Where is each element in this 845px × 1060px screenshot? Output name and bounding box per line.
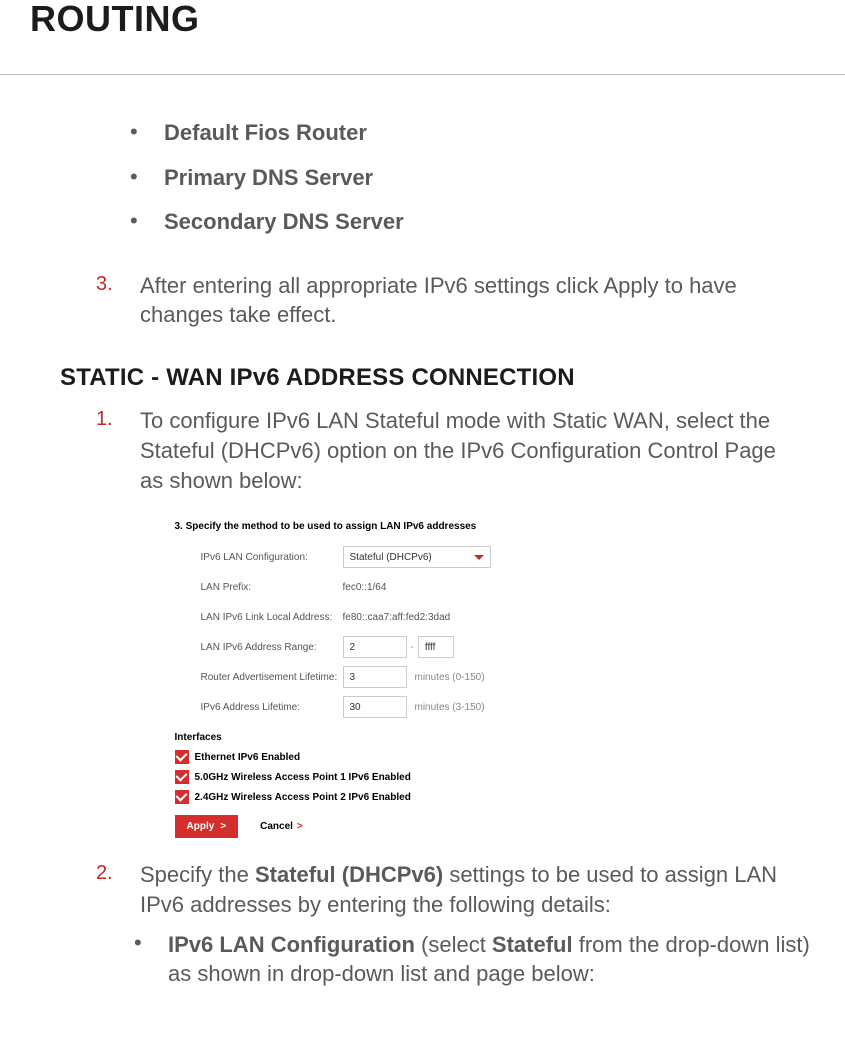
ra-lifetime-input[interactable]: 3 — [343, 666, 407, 688]
field-label: IPv6 Address Lifetime: — [175, 702, 343, 713]
interfaces-heading: Interfaces — [175, 732, 671, 743]
field-hint: minutes (0-150) — [415, 672, 485, 683]
top-bullets: • Default Fios Router • Primary DNS Serv… — [130, 119, 815, 237]
section-heading: STATIC - WAN IPv6 ADDRESS CONNECTION — [60, 364, 815, 392]
field-label: Router Advertisement Lifetime: — [175, 672, 343, 683]
list-item: • IPv6 LAN Configuration (select Statefu… — [134, 930, 815, 989]
bullet-label: Default Fios Router — [164, 119, 367, 148]
bullet-label: Secondary DNS Server — [164, 208, 404, 237]
step-text: Specify the Stateful (DHCPv6) settings t… — [140, 860, 780, 919]
apply-button[interactable]: Apply > — [175, 815, 239, 838]
text-span: (select — [415, 932, 492, 957]
step-text: After entering all appropriate IPv6 sett… — [140, 271, 780, 330]
step-text: To configure IPv6 LAN Stateful mode with… — [140, 406, 780, 495]
field-label: IPv6 LAN Configuration: — [175, 552, 343, 563]
link-label: Cancel — [260, 821, 293, 832]
dash-icon: - — [411, 642, 414, 653]
step-2-sub-bullets: • IPv6 LAN Configuration (select Statefu… — [134, 930, 815, 989]
section-divider — [0, 74, 845, 75]
step-number: 2. — [96, 860, 140, 885]
step-1: 1. To configure IPv6 LAN Stateful mode w… — [96, 406, 815, 495]
chevron-right-icon: > — [220, 821, 226, 832]
cancel-link[interactable]: Cancel > — [260, 821, 303, 832]
text-span: Specify the — [140, 862, 255, 887]
config-screenshot: 3. Specify the method to be used to assi… — [175, 521, 671, 838]
text-bold: Stateful (DHCPv6) — [255, 862, 443, 887]
list-item: • Primary DNS Server — [130, 164, 815, 193]
checkbox-label: 5.0GHz Wireless Access Point 1 IPv6 Enab… — [195, 772, 411, 783]
field-label: LAN IPv6 Link Local Address: — [175, 612, 343, 623]
link-local-value: fe80::caa7:aff:fed2:3dad — [343, 612, 451, 623]
step-number: 1. — [96, 406, 140, 431]
lan-prefix-value: fec0::1/64 — [343, 582, 387, 593]
chevron-right-icon: > — [297, 821, 303, 832]
checkbox-row: Ethernet IPv6 Enabled — [175, 747, 671, 767]
bullet-icon: • — [130, 164, 164, 190]
field-label: LAN IPv6 Address Range: — [175, 642, 343, 653]
bullet-text: IPv6 LAN Configuration (select Stateful … — [168, 930, 815, 989]
bullet-icon: • — [130, 119, 164, 145]
list-item: • Secondary DNS Server — [130, 208, 815, 237]
checkbox-row: 2.4GHz Wireless Access Point 2 IPv6 Enab… — [175, 787, 671, 807]
range-end-input[interactable]: ffff — [418, 636, 454, 658]
range-start-input[interactable]: 2 — [343, 636, 407, 658]
step-number: 3. — [96, 271, 140, 296]
input-value: 3 — [350, 672, 356, 683]
step-3: 3. After entering all appropriate IPv6 s… — [96, 271, 815, 330]
checkbox-label: 2.4GHz Wireless Access Point 2 IPv6 Enab… — [195, 792, 411, 803]
step-2: 2. Specify the Stateful (DHCPv6) setting… — [96, 860, 815, 919]
dropdown-value: Stateful (DHCPv6) — [350, 552, 432, 563]
wifi-5ghz-ipv6-checkbox[interactable] — [175, 770, 189, 784]
list-item: • Default Fios Router — [130, 119, 815, 148]
page-title: ROUTING — [30, 0, 815, 40]
addr-lifetime-input[interactable]: 30 — [343, 696, 407, 718]
bullet-icon: • — [130, 208, 164, 234]
ipv6-lan-config-dropdown[interactable]: Stateful (DHCPv6) — [343, 546, 491, 568]
input-value: 2 — [350, 642, 356, 653]
button-label: Apply — [187, 821, 215, 832]
text-bold: IPv6 LAN Configuration — [168, 932, 415, 957]
checkbox-label: Ethernet IPv6 Enabled — [195, 752, 301, 763]
input-value: 30 — [350, 702, 361, 713]
field-hint: minutes (3-150) — [415, 702, 485, 713]
wifi-24ghz-ipv6-checkbox[interactable] — [175, 790, 189, 804]
figure-title: 3. Specify the method to be used to assi… — [175, 521, 671, 532]
field-label: LAN Prefix: — [175, 582, 343, 593]
ethernet-ipv6-checkbox[interactable] — [175, 750, 189, 764]
bullet-label: Primary DNS Server — [164, 164, 373, 193]
chevron-down-icon — [474, 555, 484, 560]
checkbox-row: 5.0GHz Wireless Access Point 1 IPv6 Enab… — [175, 767, 671, 787]
bullet-icon: • — [134, 930, 168, 956]
text-bold: Stateful — [492, 932, 573, 957]
input-value: ffff — [425, 642, 436, 653]
